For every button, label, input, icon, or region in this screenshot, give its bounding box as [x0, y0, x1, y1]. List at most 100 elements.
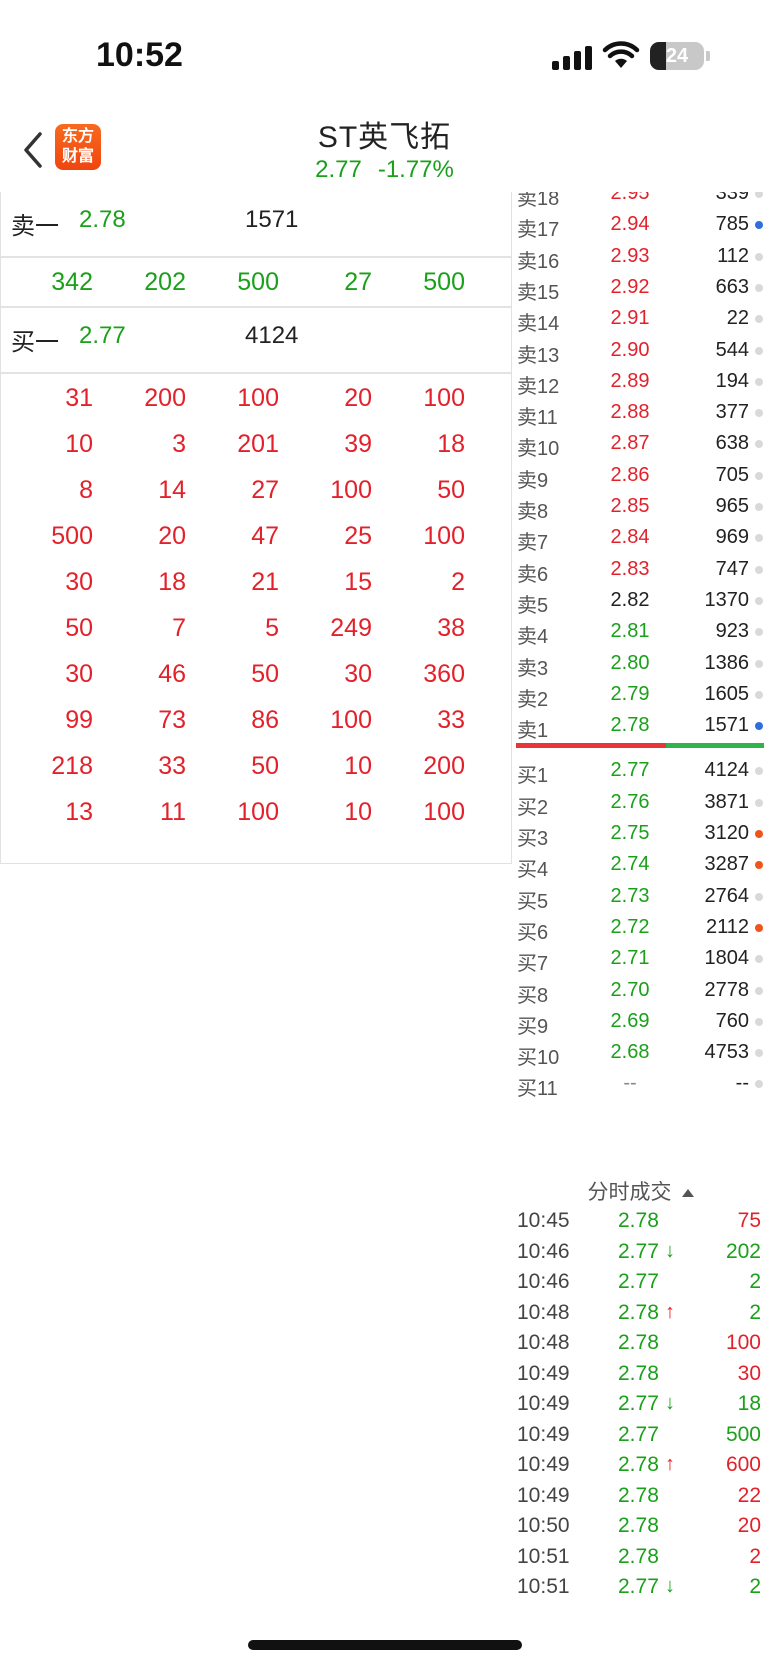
ask-volume: 544: [715, 338, 749, 361]
down-arrow-icon: ↓: [665, 1239, 675, 1262]
tick-time: 10:48: [517, 1331, 570, 1354]
bid-price: 2.77: [610, 759, 650, 782]
queue-cell: 200: [423, 752, 465, 780]
tick-time: 10:46: [517, 1270, 570, 1293]
bid-price: 2.69: [610, 1009, 650, 1032]
ask-volume: 339: [715, 192, 749, 204]
queue-cell: 342: [51, 268, 93, 296]
bid-row[interactable]: 买9 2.69 760: [512, 1004, 769, 1038]
bid-row[interactable]: 买11 -- --: [512, 1066, 769, 1100]
order-dot-icon: [755, 659, 763, 668]
buy1-row[interactable]: 买一 2.77 4124: [1, 308, 511, 366]
tick-row: 10:49 2.78 30: [512, 1359, 769, 1390]
down-arrow-icon: ↓: [665, 1392, 675, 1414]
ask-row[interactable]: 卖17 2.94 785: [512, 207, 769, 241]
order-dot-icon: [755, 798, 763, 807]
bid-price: 2.75: [610, 822, 650, 844]
tick-price: 2.78: [618, 1514, 659, 1537]
bid-row[interactable]: 买8 2.70 2778: [512, 973, 769, 1007]
bid-row[interactable]: 买5 2.73 2764: [512, 879, 769, 913]
stock-title: ST英飞拓: [317, 121, 452, 154]
tick-row: 10:46 2.77 ↓ 202: [512, 1237, 769, 1268]
queue-cell: 25: [344, 522, 372, 550]
ask-volume: 785: [715, 213, 749, 236]
bid-row[interactable]: 买4 2.74 3287: [512, 847, 769, 881]
queue-cell: 500: [423, 268, 465, 296]
tick-trades[interactable]: 分时成交 10:45 2.78 75 10:46 2.77 ↓ 202 10:46 2.77 2 1…: [512, 1170, 769, 1603]
ask-row[interactable]: 卖9 2.86 705: [512, 458, 769, 492]
queue-cell: 15: [344, 568, 372, 596]
ask-row[interactable]: 卖8 2.85 965: [512, 489, 769, 523]
bid-row[interactable]: 买1 2.77 4124: [512, 753, 769, 787]
bid-volume: 3871: [704, 790, 750, 813]
queue-cell: 201: [237, 430, 279, 458]
queue-cell: 100: [423, 798, 465, 826]
ask-row[interactable]: 卖5 2.82 1370: [512, 583, 769, 617]
tick-price: 2.77: [618, 1575, 659, 1598]
order-dot-icon: [755, 892, 763, 901]
ask-row[interactable]: 卖10 2.87 638: [512, 426, 769, 460]
ask-row[interactable]: 卖4 2.81 923: [512, 614, 769, 648]
tick-price: 2.78: [618, 1300, 659, 1324]
tick-volume: 2: [749, 1544, 761, 1568]
queue-row: 13 11 100 10 100: [1, 788, 511, 834]
ask-price: 2.88: [610, 401, 650, 424]
queue-row: 31 200 100 20 100: [1, 374, 511, 420]
ask-row[interactable]: 卖3 2.80 1386: [512, 646, 769, 680]
order-dot-icon: [755, 377, 763, 386]
order-dot-icon: [755, 690, 763, 699]
queue-cell: 360: [423, 660, 465, 688]
order-book[interactable]: 卖18 2.95 339 卖17 2.94 785 卖16 2.93 112 卖15 2.92 663…: [512, 192, 769, 1160]
tick-time: 10:46: [517, 1239, 570, 1263]
ask-price: 2.94: [610, 213, 650, 236]
ask-row[interactable]: 卖11 2.88 377: [512, 395, 769, 429]
price-summary: 2.77 -1.77%: [0, 156, 769, 184]
bid-row[interactable]: 买10 2.68 4753: [512, 1035, 769, 1069]
bid-row-partial: [512, 1098, 769, 1131]
queue-cell: 100: [330, 706, 372, 734]
queue-cell: 39: [344, 430, 372, 458]
tick-time: 10:49: [517, 1483, 570, 1507]
ask-row[interactable]: 卖16 2.93 112: [512, 239, 769, 273]
tick-time: 10:49: [517, 1361, 570, 1385]
ask-row[interactable]: 卖15 2.92 663: [512, 270, 769, 304]
ask-row[interactable]: 卖1 2.78 1571: [512, 708, 769, 742]
tick-row: 10:51 2.77 ↓ 2: [512, 1572, 769, 1603]
current-price: 2.77: [315, 156, 362, 183]
ask-row[interactable]: 卖6 2.83 747: [512, 552, 769, 586]
bid-row[interactable]: 买6 2.72 2112: [512, 910, 769, 944]
bid-volume: 2764: [704, 884, 750, 907]
bid-row[interactable]: 买3 2.75 3120: [512, 816, 769, 850]
ask-row[interactable]: 卖13 2.90 544: [512, 333, 769, 367]
bid-volume: 2112: [705, 915, 749, 938]
ask-price: 2.93: [610, 244, 650, 267]
order-dot-icon: [755, 1049, 763, 1058]
order-dot-icon: [755, 923, 763, 932]
order-dot-icon: [755, 221, 763, 230]
bid-row[interactable]: 买2 2.76 3871: [512, 785, 769, 819]
queue-cell: 73: [158, 706, 186, 734]
bid-row[interactable]: 买7 2.71 1804: [512, 941, 769, 975]
tick-volume: 600: [725, 1453, 761, 1476]
queue-cell: 86: [251, 706, 279, 734]
tick-row: 10:50 2.78 20: [512, 1511, 769, 1542]
tick-list: 10:45 2.78 75 10:46 2.77 ↓ 202 10:46 2.77 2 10:48 2…: [512, 1206, 769, 1603]
ask-row[interactable]: 卖7 2.84 969: [512, 520, 769, 554]
ask-volume: 1605: [704, 682, 750, 705]
order-dot-icon: [755, 955, 763, 964]
buy1-volume: 4124: [245, 322, 299, 349]
sell1-row[interactable]: 卖一 2.78 1571: [1, 192, 511, 250]
order-dot-icon: [755, 503, 763, 511]
ask-row[interactable]: 卖2 2.79 1605: [512, 677, 769, 711]
ask-row[interactable]: 卖12 2.89 194: [512, 364, 769, 398]
tick-volume: 500: [725, 1422, 761, 1446]
ask-price: 2.92: [610, 275, 650, 298]
bid-volume: 1804: [704, 947, 750, 970]
ask-row[interactable]: 卖14 2.91 22: [512, 301, 769, 335]
home-indicator[interactable]: [248, 1640, 522, 1650]
buy1-label: 买一: [11, 329, 59, 356]
tick-trades-header[interactable]: 分时成交: [512, 1170, 769, 1206]
ask-price: 2.85: [610, 495, 650, 517]
ask-volume: 969: [715, 526, 749, 549]
queue-cell: 3: [172, 430, 186, 458]
